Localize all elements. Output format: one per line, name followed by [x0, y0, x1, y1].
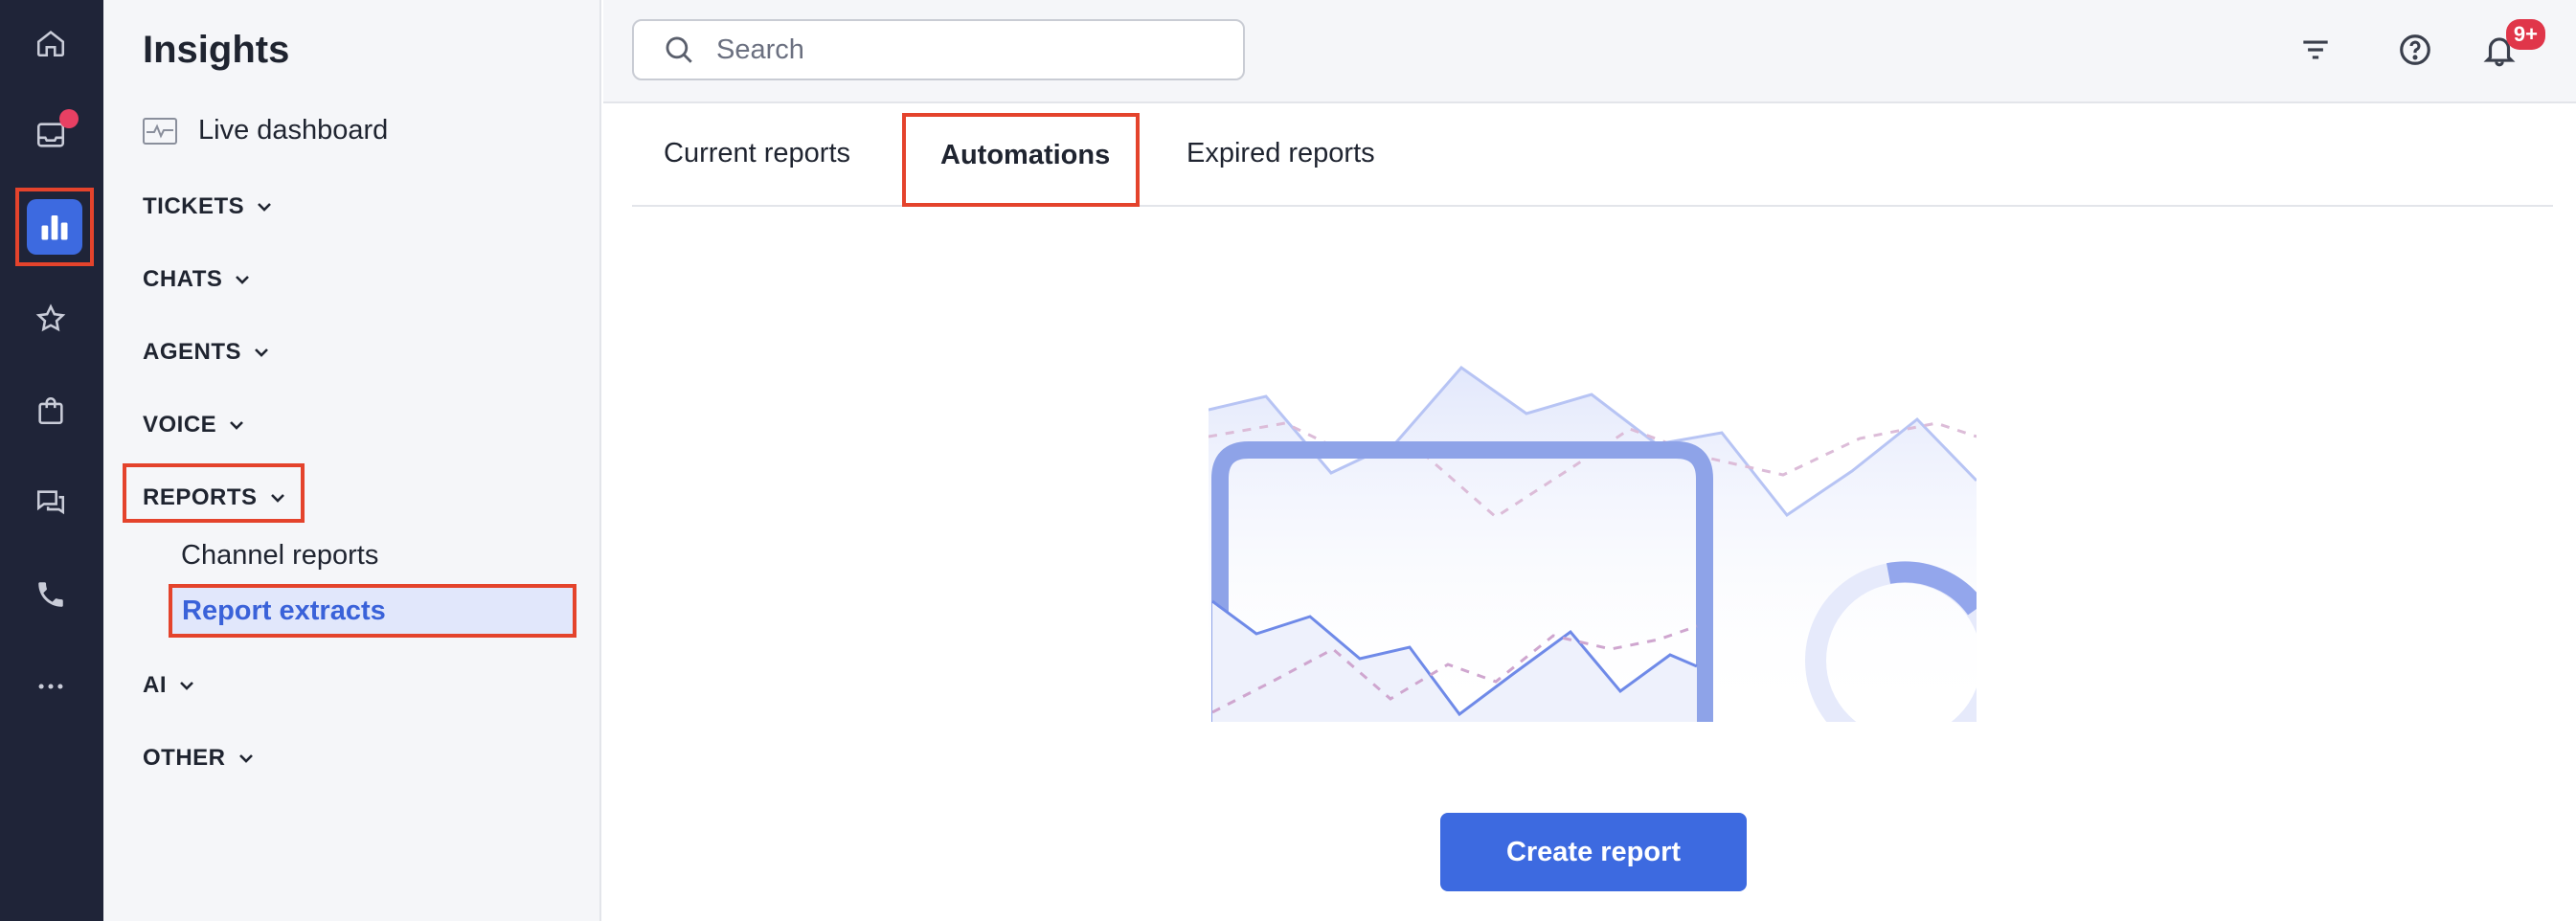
insights-nav-panel: Insights Live dashboard TICKETS CHATS AG… [103, 0, 601, 921]
empty-state-illustration [1209, 365, 1977, 722]
tab-current-reports[interactable]: Current reports [664, 138, 850, 169]
chevron-down-icon [270, 494, 284, 503]
tab-automations-label: Automations [940, 140, 1111, 170]
chevron-down-icon [238, 754, 253, 763]
live-dashboard-label: Live dashboard [198, 115, 389, 146]
chevron-down-icon [258, 203, 272, 212]
report-extracts-label: Report extracts [182, 595, 386, 626]
pulse-icon [143, 117, 177, 145]
section-agents-label: AGENTS [143, 339, 242, 365]
section-voice-label: VOICE [143, 412, 217, 438]
live-dashboard-link[interactable]: Live dashboard [143, 115, 388, 146]
tab-automations[interactable]: Automations [902, 113, 1140, 207]
search-icon [666, 36, 692, 63]
channel-reports-link[interactable]: Channel reports [181, 540, 378, 572]
more-icon[interactable] [17, 653, 84, 720]
home-icon[interactable] [17, 10, 84, 77]
section-ai[interactable]: AI [143, 672, 195, 699]
section-reports[interactable]: REPORTS [143, 484, 286, 511]
notifications-icon[interactable]: 9+ [2474, 19, 2545, 75]
section-reports-label: REPORTS [143, 484, 258, 510]
section-chats[interactable]: CHATS [143, 266, 251, 293]
help-icon[interactable] [2390, 25, 2440, 75]
filter-icon[interactable] [2291, 25, 2340, 75]
section-chats-label: CHATS [143, 266, 223, 292]
unread-dot [59, 109, 79, 128]
chevron-down-icon [180, 682, 193, 690]
chevron-down-icon [236, 276, 250, 284]
phone-icon[interactable] [17, 561, 84, 628]
search-input[interactable] [716, 34, 1214, 66]
create-report-button[interactable]: Create report [1440, 813, 1747, 891]
chat-icon[interactable] [17, 469, 84, 536]
section-tickets-label: TICKETS [143, 193, 245, 219]
report-tabs: Current reports Automations Expired repo… [632, 103, 2553, 207]
inbox-icon[interactable] [17, 101, 84, 168]
section-agents[interactable]: AGENTS [143, 339, 270, 366]
tab-expired-reports[interactable]: Expired reports [1186, 138, 1375, 169]
chevron-down-icon [255, 348, 268, 357]
nav-title: Insights [143, 29, 290, 71]
search-box[interactable] [632, 19, 1245, 80]
section-other-label: OTHER [143, 745, 226, 771]
notifications-badge: 9+ [2505, 19, 2545, 50]
section-voice[interactable]: VOICE [143, 412, 245, 438]
top-bar: 9+ [603, 0, 2576, 103]
report-extracts-link[interactable]: Report extracts [169, 584, 576, 638]
app-rail [0, 0, 103, 921]
section-ai-label: AI [143, 672, 167, 698]
chevron-down-icon [230, 421, 244, 430]
section-other[interactable]: OTHER [143, 745, 255, 772]
shopping-bag-icon[interactable] [17, 377, 84, 444]
section-tickets[interactable]: TICKETS [143, 193, 273, 220]
star-icon[interactable] [17, 285, 84, 352]
insights-icon[interactable] [27, 199, 82, 255]
insights-nav-highlight[interactable] [15, 188, 94, 266]
